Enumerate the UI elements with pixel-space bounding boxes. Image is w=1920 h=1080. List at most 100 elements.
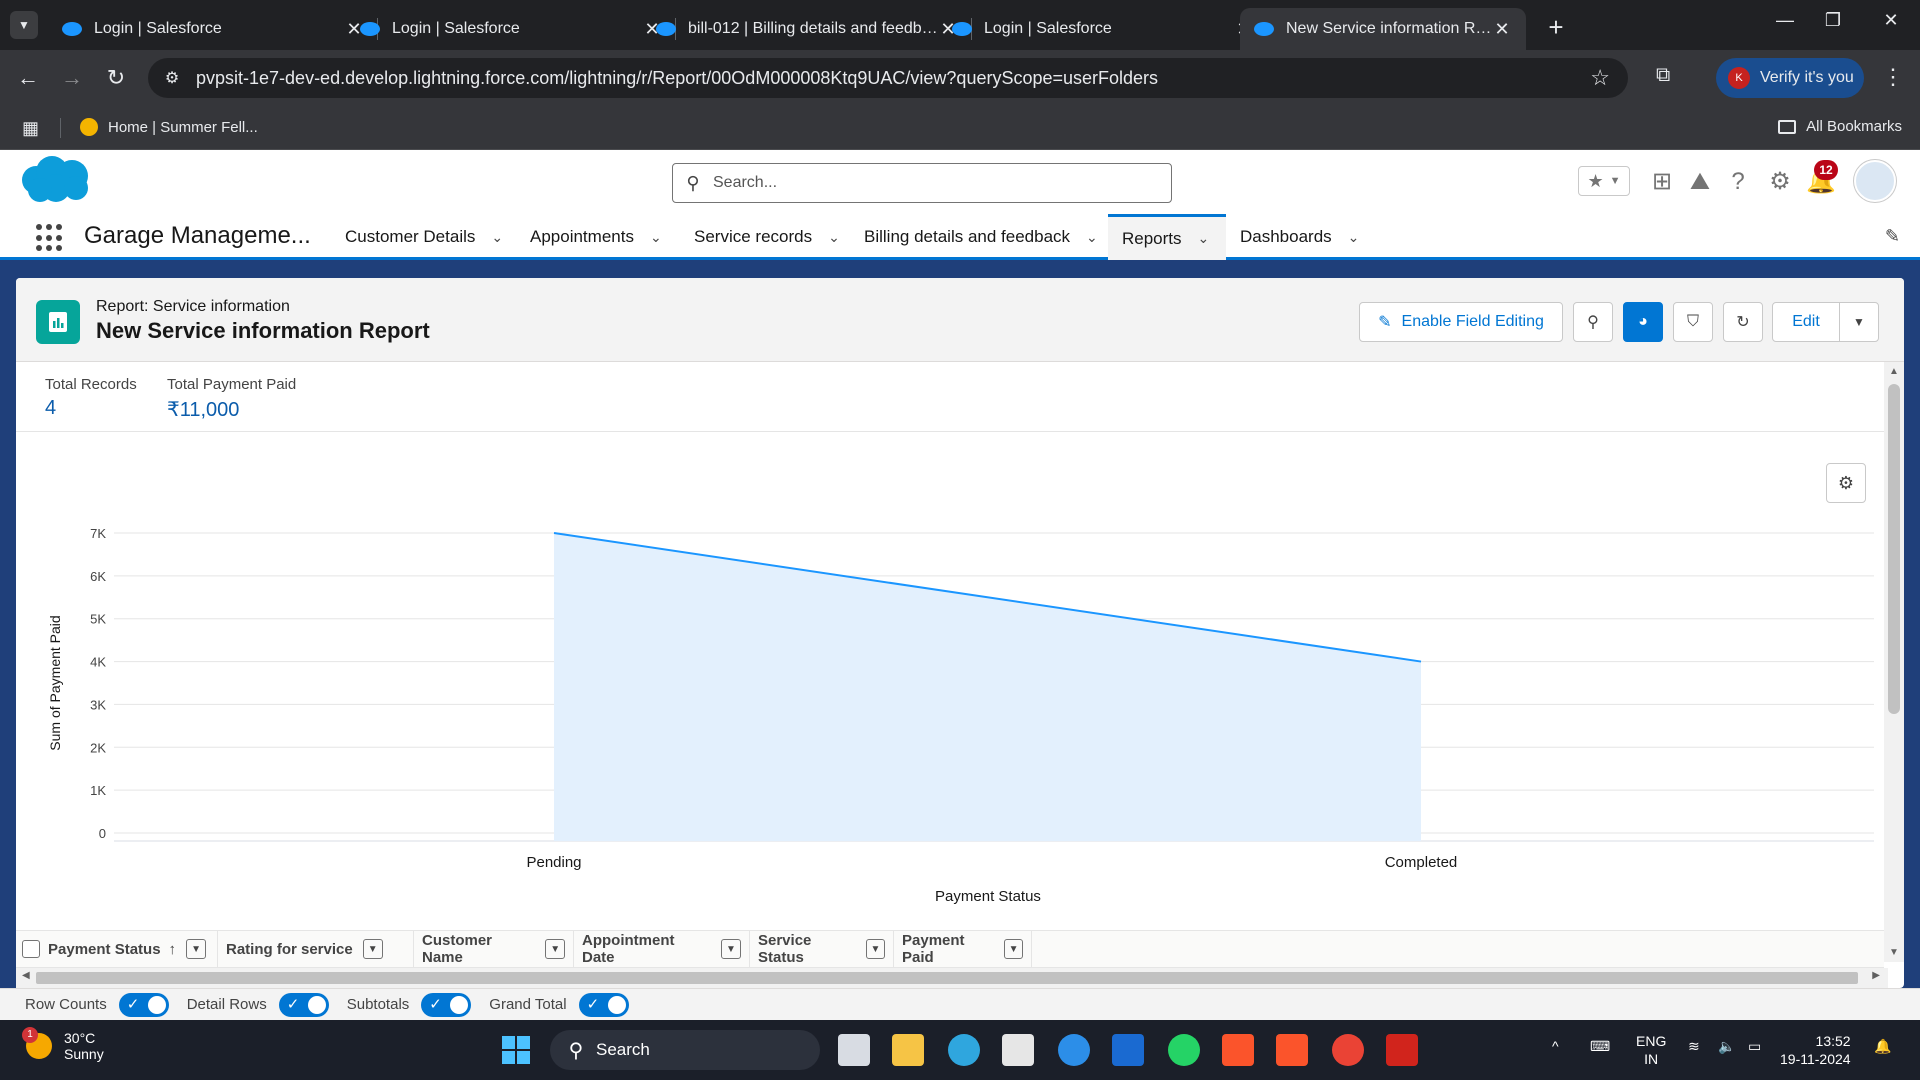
help-icon[interactable]: ? xyxy=(1724,168,1752,196)
toggle-grand-total[interactable]: Grand Total ✓ xyxy=(489,992,629,1017)
restore-window-icon[interactable]: ❐ xyxy=(1818,10,1848,31)
column-menu-chevron-icon[interactable]: ▼ xyxy=(721,939,741,959)
weather-widget[interactable]: 1 30°C Sunny xyxy=(22,1027,104,1062)
all-bookmarks-button[interactable]: All Bookmarks xyxy=(1778,118,1902,135)
enable-field-editing-button[interactable]: ✎ Enable Field Editing xyxy=(1359,302,1563,342)
browser-menu-icon[interactable]: ⋮ xyxy=(1882,64,1904,90)
scrollbar-thumb[interactable] xyxy=(36,972,1858,984)
toggle-switch[interactable]: ✓ xyxy=(421,992,472,1017)
toggle-chart-button[interactable]: ◕ xyxy=(1623,302,1663,342)
toggle-detail-rows[interactable]: Detail Rows ✓ xyxy=(187,992,329,1017)
apps-grid-icon[interactable]: ▦ xyxy=(22,118,39,139)
browser-tab[interactable]: bill-012 | Billing details and feedback … xyxy=(642,8,972,50)
filter-button[interactable]: ⛉ xyxy=(1673,302,1713,342)
sort-ascending-icon[interactable]: ↑ xyxy=(169,941,177,958)
toggle-row-counts[interactable]: Row Counts ✓ xyxy=(25,992,169,1017)
trailhead-icon[interactable]: ⛰ xyxy=(1686,168,1714,196)
chrome-icon[interactable] xyxy=(1332,1034,1364,1066)
scroll-up-arrow-icon[interactable]: ▲ xyxy=(1884,366,1904,377)
close-tab-icon[interactable]: ✕ xyxy=(1492,19,1512,40)
notification-center-bell-icon[interactable]: 🔔 xyxy=(1874,1038,1891,1055)
chevron-down-icon[interactable]: ⌄ xyxy=(1348,229,1360,246)
volume-icon[interactable]: 🔈 xyxy=(1718,1038,1735,1055)
edge-browser-icon[interactable] xyxy=(948,1034,980,1066)
favorites-button[interactable]: ★ ▼ xyxy=(1578,166,1630,196)
task-view-icon[interactable] xyxy=(838,1034,870,1066)
vertical-scrollbar[interactable]: ▲ ▼ xyxy=(1884,362,1904,962)
site-info-icon[interactable]: ⚙ xyxy=(152,68,192,88)
app-launcher-icon[interactable] xyxy=(36,224,64,252)
chevron-down-icon[interactable]: ⌄ xyxy=(1198,230,1210,247)
reload-icon[interactable]: ↻ xyxy=(102,64,130,92)
chevron-down-icon[interactable]: ⌄ xyxy=(828,229,840,246)
search-report-button[interactable]: ⚲ xyxy=(1573,302,1613,342)
scrollbar-thumb[interactable] xyxy=(1888,384,1900,714)
help-app-icon[interactable] xyxy=(1058,1034,1090,1066)
nav-item-billing-details[interactable]: Billing details and feedback ⌄ xyxy=(850,214,1112,260)
nav-item-reports[interactable]: Reports ⌄ xyxy=(1108,214,1226,260)
toggle-switch[interactable]: ✓ xyxy=(118,992,169,1017)
chevron-down-icon[interactable]: ⌄ xyxy=(650,229,662,246)
myhp-icon[interactable] xyxy=(1112,1034,1144,1066)
clock[interactable]: 13:52 19-11-2024 xyxy=(1780,1032,1851,1068)
refresh-button[interactable]: ↻ xyxy=(1723,302,1763,342)
browser-tab[interactable]: Login | Salesforce ✕ xyxy=(48,8,378,50)
scroll-left-arrow-icon[interactable]: ◀ xyxy=(22,970,30,981)
column-header-customer-name[interactable]: Customer Name ▼ xyxy=(414,930,574,968)
column-menu-chevron-icon[interactable]: ▼ xyxy=(362,939,383,959)
nav-item-service-records[interactable]: Service records ⌄ xyxy=(680,214,854,260)
browser-tab[interactable]: Login | Salesforce ✕ xyxy=(938,8,1268,50)
brave-profile-icon[interactable] xyxy=(1276,1034,1308,1066)
show-hidden-icons-chevron-icon[interactable]: ^ xyxy=(1552,1038,1559,1054)
global-actions-plus-icon[interactable]: ⊞ xyxy=(1648,168,1676,196)
battery-icon[interactable]: ▭ xyxy=(1748,1038,1761,1055)
more-actions-button[interactable]: ▼ xyxy=(1839,302,1879,342)
salesforce-cloud-logo[interactable] xyxy=(18,154,92,206)
select-all-checkbox[interactable] xyxy=(22,940,40,958)
browser-tab[interactable]: Login | Salesforce ✕ xyxy=(346,8,676,50)
bookmark-item[interactable]: Home | Summer Fell... xyxy=(80,118,258,136)
close-window-icon[interactable]: ✕ xyxy=(1876,10,1906,31)
taskbar-search-box[interactable]: ⚲ Search xyxy=(550,1030,820,1070)
windows-start-icon[interactable] xyxy=(500,1034,532,1066)
edit-button[interactable]: Edit xyxy=(1772,302,1840,342)
scroll-down-arrow-icon[interactable]: ▼ xyxy=(1884,947,1904,958)
column-header-payment-status[interactable]: Payment Status ↑ ▼ xyxy=(16,930,218,968)
column-menu-chevron-icon[interactable]: ▼ xyxy=(865,939,885,959)
edit-nav-pencil-icon[interactable]: ✎ xyxy=(1885,226,1900,247)
nav-item-customer-details[interactable]: Customer Details ⌄ xyxy=(331,214,517,260)
horizontal-scrollbar[interactable]: ◀ ▶ xyxy=(16,968,1888,988)
toggle-subtotals[interactable]: Subtotals ✓ xyxy=(347,992,472,1017)
acrobat-reader-icon[interactable] xyxy=(1386,1034,1418,1066)
file-explorer-icon[interactable] xyxy=(892,1034,924,1066)
column-menu-chevron-icon[interactable]: ▼ xyxy=(1004,939,1023,959)
language-indicator[interactable]: ENG IN xyxy=(1636,1032,1666,1068)
scroll-right-arrow-icon[interactable]: ▶ xyxy=(1872,970,1880,981)
address-bar[interactable]: ⚙ pvpsit-1e7-dev-ed.develop.lightning.fo… xyxy=(148,58,1628,98)
brave-browser-icon[interactable] xyxy=(1222,1034,1254,1066)
column-menu-chevron-icon[interactable]: ▼ xyxy=(545,939,565,959)
setup-gear-icon[interactable]: ⚙ xyxy=(1766,168,1794,196)
wifi-icon[interactable]: ≋ xyxy=(1688,1038,1700,1055)
column-header-appointment-date[interactable]: Appointment Date ▼ xyxy=(574,930,750,968)
microsoft-store-icon[interactable] xyxy=(1002,1034,1034,1066)
verify-profile-button[interactable]: K Verify it's you xyxy=(1716,58,1864,98)
whatsapp-icon[interactable] xyxy=(1168,1034,1200,1066)
global-search-input[interactable]: ⚲ Search... xyxy=(672,163,1172,203)
nav-item-dashboards[interactable]: Dashboards ⌄ xyxy=(1226,214,1373,260)
extensions-icon[interactable]: ⧉ xyxy=(1656,64,1670,87)
nav-item-appointments[interactable]: Appointments ⌄ xyxy=(516,214,676,260)
forward-arrow-icon[interactable]: → xyxy=(58,64,86,92)
url-text[interactable]: pvpsit-1e7-dev-ed.develop.lightning.forc… xyxy=(196,68,1158,89)
bookmark-star-icon[interactable]: ☆ xyxy=(1590,65,1610,91)
column-header-rating[interactable]: Rating for service ▼ xyxy=(218,930,414,968)
user-avatar[interactable] xyxy=(1854,160,1896,202)
toggle-switch[interactable]: ✓ xyxy=(578,992,629,1017)
column-menu-chevron-icon[interactable]: ▼ xyxy=(186,939,207,959)
new-tab-button[interactable]: + xyxy=(1542,12,1570,43)
chevron-down-icon[interactable]: ⌄ xyxy=(1086,229,1098,246)
column-header-service-status[interactable]: Service Status ▼ xyxy=(750,930,894,968)
column-header-payment-paid[interactable]: Payment Paid ▼ xyxy=(894,930,1032,968)
browser-tab-active[interactable]: New Service information Report ✕ xyxy=(1240,8,1526,50)
back-arrow-icon[interactable]: ← xyxy=(14,64,42,92)
